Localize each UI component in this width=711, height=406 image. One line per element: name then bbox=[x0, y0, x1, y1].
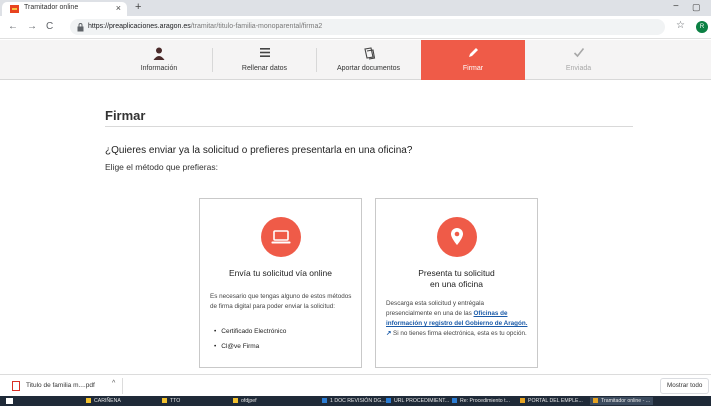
back-button[interactable]: ← bbox=[8, 21, 18, 32]
laptop-icon bbox=[261, 217, 301, 257]
step-enviada: Enviada bbox=[526, 40, 631, 80]
pdf-file-icon bbox=[12, 381, 20, 391]
card-title: Presenta tu solicitud en una oficina bbox=[382, 268, 531, 290]
steps-bar: Información Rellenar datos Aportar docum… bbox=[0, 40, 711, 80]
step-label: Rellenar datos bbox=[241, 65, 288, 72]
title-divider bbox=[105, 126, 633, 127]
windows-start-icon[interactable] bbox=[6, 398, 13, 404]
step-aportar-documentos[interactable]: Aportar documentos bbox=[317, 40, 420, 80]
list-item: Cl@ve Firma bbox=[214, 343, 286, 350]
signature-methods-list: Certificado Electrónico Cl@ve Firma bbox=[214, 328, 286, 358]
browser-tab-bar: Tramitador online × + − ▢ bbox=[0, 0, 711, 16]
url-input[interactable]: https://preaplicaciones.aragon.es/tramit… bbox=[70, 19, 665, 35]
choose-method-text: Elige el método que prefieras: bbox=[105, 162, 218, 172]
reload-button[interactable]: C bbox=[46, 21, 53, 32]
card-description: Es necesario que tengas alguno de estos … bbox=[210, 293, 352, 310]
step-rellenar-datos[interactable]: Rellenar datos bbox=[213, 40, 316, 80]
taskbar-item-active[interactable]: Tramitador online - ... bbox=[590, 397, 654, 405]
download-divider bbox=[122, 378, 123, 394]
person-icon bbox=[106, 47, 212, 63]
card-title-line: Presenta tu solicitud bbox=[418, 268, 495, 278]
step-label: Aportar documentos bbox=[336, 65, 401, 72]
office-submission-card[interactable]: Presenta tu solicitud en una oficina Des… bbox=[375, 198, 538, 368]
lock-icon bbox=[77, 23, 84, 32]
aragon-favicon-icon bbox=[10, 5, 19, 13]
maximize-button[interactable]: ▢ bbox=[692, 2, 701, 13]
step-label: Información bbox=[140, 65, 178, 72]
step-label: Enviada bbox=[565, 65, 592, 72]
location-pin-icon bbox=[437, 217, 477, 257]
browser-tab[interactable]: Tramitador online × bbox=[2, 2, 127, 16]
description-text: Si no tienes firma electrónica, esta es … bbox=[393, 330, 527, 337]
documents-icon bbox=[317, 47, 420, 63]
online-submission-card[interactable]: Envía tu solicitud vía online Es necesar… bbox=[199, 198, 362, 368]
list-item: Certificado Electrónico bbox=[214, 328, 286, 335]
page-title: Firmar bbox=[105, 108, 146, 123]
external-link-icon[interactable]: ↗ bbox=[386, 330, 391, 337]
chevron-up-icon[interactable]: ^ bbox=[112, 380, 115, 387]
url-text: https://preaplicaciones.aragon.es/tramit… bbox=[88, 23, 323, 30]
taskbar-item[interactable]: URL PROCEDIMIENT... bbox=[386, 397, 449, 405]
card-description: Descarga esta solicitud y entrégala pres… bbox=[386, 299, 529, 339]
description-text: Descarga esta solicitud y entrégala pres… bbox=[386, 300, 485, 317]
forward-button[interactable]: → bbox=[27, 21, 37, 32]
taskbar: CARIÑENA TTO ofdjpef 1 DOC REVISIÓN DG..… bbox=[0, 396, 711, 406]
step-informacion[interactable]: Información bbox=[106, 40, 212, 80]
tab-close-icon[interactable]: × bbox=[116, 3, 121, 13]
taskbar-item[interactable]: ofdjpef bbox=[233, 397, 257, 405]
address-bar: ← → C https://preaplicaciones.aragon.es/… bbox=[0, 16, 711, 39]
profile-avatar[interactable]: R bbox=[696, 21, 708, 33]
check-icon bbox=[526, 47, 631, 61]
downloads-bar: Titulo de familia m....pdf ^ Mostrar tod… bbox=[0, 374, 711, 396]
step-label: Firmar bbox=[462, 65, 484, 72]
card-title: Envía tu solicitud vía online bbox=[228, 268, 332, 278]
tab-title: Tramitador online bbox=[24, 4, 79, 11]
download-file-name[interactable]: Titulo de familia m....pdf bbox=[26, 382, 95, 389]
taskbar-item[interactable]: TTO bbox=[162, 397, 180, 405]
new-tab-button[interactable]: + bbox=[135, 1, 141, 13]
pen-icon bbox=[421, 47, 525, 62]
show-all-button[interactable]: Mostrar todo bbox=[660, 378, 710, 394]
minimize-button[interactable]: − bbox=[673, 1, 679, 12]
card-title-line: en una oficina bbox=[430, 279, 483, 289]
question-heading: ¿Quieres enviar ya la solicitud o prefie… bbox=[105, 145, 413, 156]
list-icon bbox=[213, 47, 316, 61]
taskbar-item[interactable]: CARIÑENA bbox=[86, 397, 121, 405]
taskbar-item[interactable]: PORTAL DEL EMPLE... bbox=[520, 397, 583, 405]
step-firmar[interactable]: Firmar bbox=[421, 40, 525, 80]
bookmark-star-icon[interactable]: ☆ bbox=[676, 20, 685, 31]
taskbar-item[interactable]: 1 DOC REVISIÓN DG... bbox=[322, 397, 386, 405]
taskbar-item[interactable]: Re: Procedimiento t... bbox=[452, 397, 510, 405]
